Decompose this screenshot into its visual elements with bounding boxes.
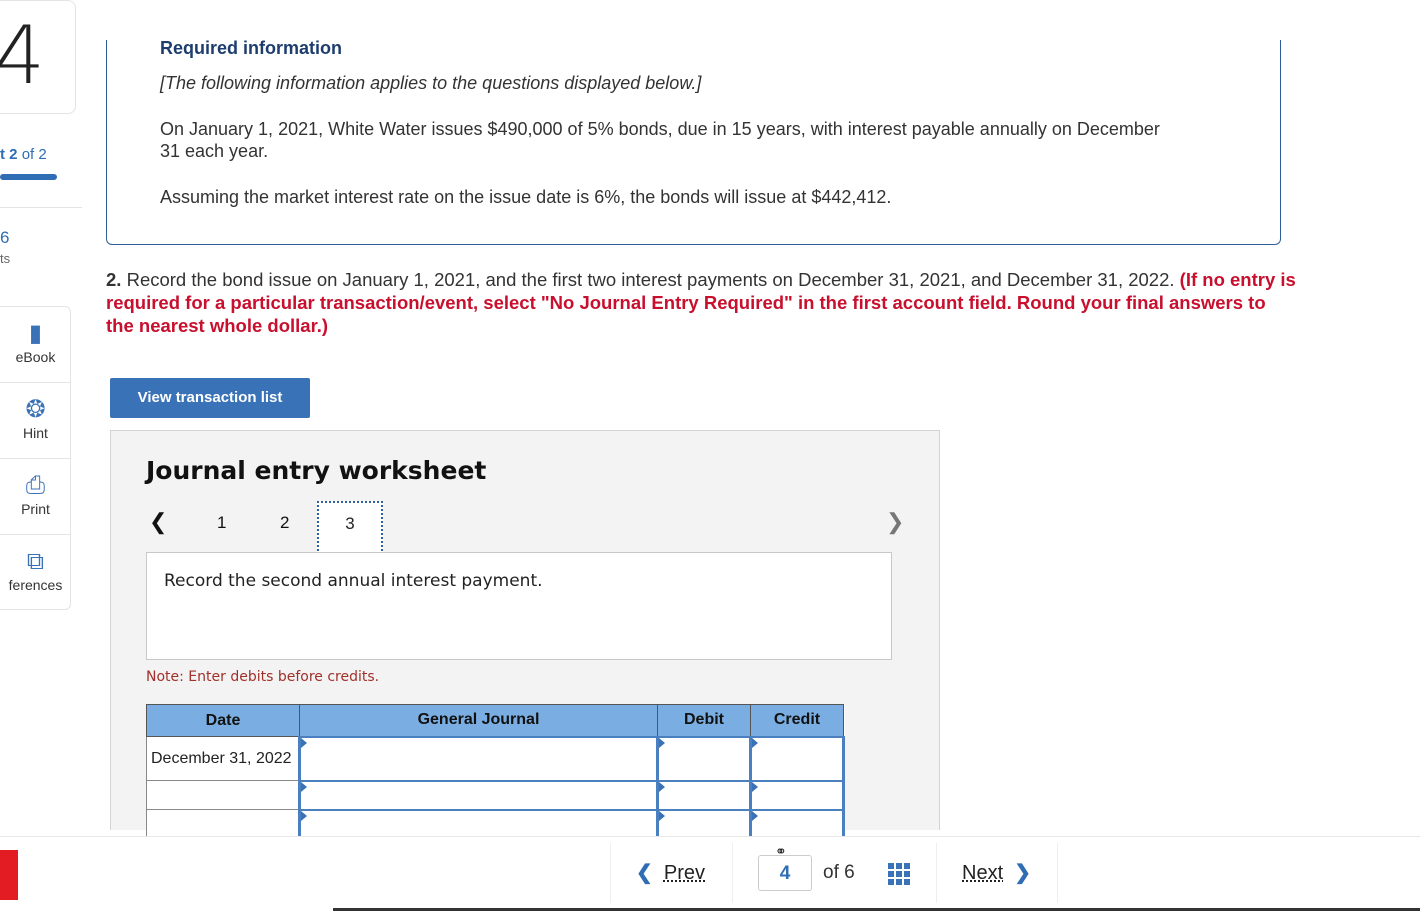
tool-label: Print xyxy=(21,501,50,517)
page-total: of 6 xyxy=(823,862,855,883)
credit-input[interactable] xyxy=(749,779,845,811)
next-label: Next xyxy=(962,862,1004,884)
prev-button[interactable]: ❮ Prev xyxy=(610,843,732,903)
column-header-debit: Debit xyxy=(657,704,751,737)
points-label: ts xyxy=(0,251,11,266)
date-cell: December 31, 2022 xyxy=(146,736,300,781)
tool-label: eBook xyxy=(15,349,56,365)
worksheet-title: Journal entry worksheet xyxy=(146,456,487,485)
column-header-credit: Credit xyxy=(750,704,844,737)
lifebuoy-icon: ❂ xyxy=(25,396,46,423)
chevron-left-icon: ❮ xyxy=(636,862,653,884)
credit-input[interactable] xyxy=(749,808,845,840)
tool-label: ferences xyxy=(8,577,63,593)
entry-note: Note: Enter debits before credits. xyxy=(146,669,380,685)
journal-entry-worksheet: Journal entry worksheet ❮ 1 2 ❯ 3 Record… xyxy=(110,430,940,840)
account-input[interactable] xyxy=(298,808,659,840)
journal-table: Date General Journal Debit Credit Decemb… xyxy=(146,704,845,840)
grid-icon[interactable] xyxy=(888,863,910,885)
prev-label: Prev xyxy=(663,862,706,884)
debit-input[interactable] xyxy=(656,735,752,782)
view-transaction-list-button[interactable]: View transaction list xyxy=(110,378,310,418)
info-title: Required information xyxy=(160,38,343,58)
entry-description: Record the second annual interest paymen… xyxy=(146,552,892,660)
part-current: 2 xyxy=(9,146,18,163)
table-row xyxy=(146,779,845,811)
question-number-label: 2. xyxy=(106,269,122,290)
debit-input[interactable] xyxy=(656,779,752,811)
tab-2[interactable]: 2 xyxy=(280,513,289,533)
column-header-general-journal: General Journal xyxy=(299,704,658,737)
column-header-date: Date xyxy=(146,704,300,737)
references-button[interactable]: ⧉ ferences xyxy=(0,535,70,611)
question-text: 2. Record the bond issue on January 1, 2… xyxy=(106,268,1296,337)
tools-panel: ▮ eBook ❂ Hint ⎙ Print ⧉ ferences xyxy=(0,306,71,610)
question-body: Record the bond issue on January 1, 2021… xyxy=(121,269,1180,290)
print-button[interactable]: ⎙ Print xyxy=(0,459,70,535)
table-row: December 31, 2022 xyxy=(146,735,845,782)
points-value: 6 xyxy=(0,228,10,247)
prev-entry-chevron-icon[interactable]: ❮ xyxy=(149,509,167,535)
part-progress-bar xyxy=(0,174,57,180)
page-navigator: ⚭ 4 of 6 xyxy=(732,843,936,903)
chevron-right-icon: ❯ xyxy=(1014,862,1032,884)
required-information-box: Required information [The following info… xyxy=(106,38,1281,245)
date-cell xyxy=(146,809,300,839)
ebook-button[interactable]: ▮ eBook xyxy=(0,307,70,383)
current-page-input[interactable]: 4 xyxy=(758,855,812,891)
tab-3-active[interactable]: 3 xyxy=(317,501,383,555)
debit-input[interactable] xyxy=(656,808,752,840)
hint-button[interactable]: ❂ Hint xyxy=(0,383,70,459)
part-of: of 2 xyxy=(21,146,47,163)
account-input[interactable] xyxy=(298,779,659,811)
brand-logo xyxy=(0,850,18,900)
next-entry-chevron-icon[interactable]: ❯ xyxy=(886,509,904,535)
info-paragraph-1: On January 1, 2021, White Water issues $… xyxy=(160,119,1160,161)
part-indicator: t 2 of 2 xyxy=(0,146,47,163)
info-paragraph-2: Assuming the market interest rate on the… xyxy=(160,187,892,207)
printer-icon: ⎙ xyxy=(25,472,46,499)
table-row xyxy=(146,808,845,840)
tab-1[interactable]: 1 xyxy=(217,513,226,533)
question-number: 4 xyxy=(0,0,76,114)
account-input[interactable] xyxy=(298,735,659,782)
divider xyxy=(0,207,82,208)
tool-label: Hint xyxy=(23,425,48,441)
info-intro: [The following information applies to th… xyxy=(160,73,702,93)
next-button[interactable]: Next ❯ xyxy=(936,843,1058,903)
credit-input[interactable] xyxy=(749,735,845,782)
date-cell xyxy=(146,780,300,810)
references-icon: ⧉ xyxy=(26,548,45,575)
book-icon: ▮ xyxy=(28,320,43,347)
part-prefix: t xyxy=(0,146,5,163)
